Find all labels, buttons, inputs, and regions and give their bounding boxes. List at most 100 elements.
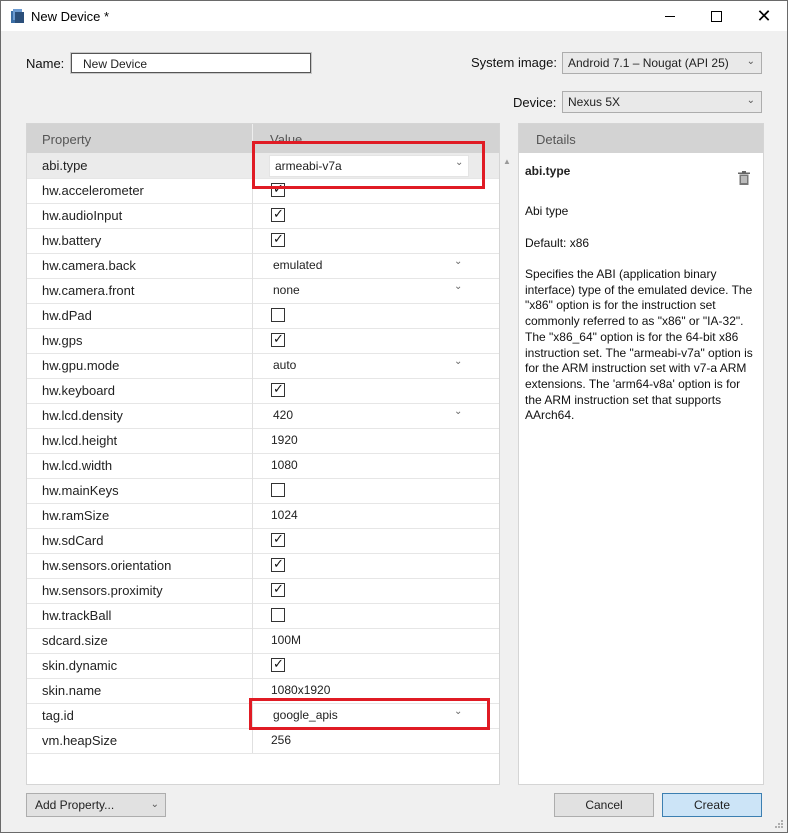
name-input-value: New Device [83,57,148,71]
highlight-box-abi-type [252,141,485,189]
property-row[interactable]: hw.dPad [27,303,499,329]
column-divider [252,453,253,478]
description-line: extensions. The 'arm64-v8a' option is fo… [525,376,741,391]
property-checkbox[interactable] [271,308,285,322]
property-key: hw.accelerometer [42,183,144,198]
column-divider [252,428,253,453]
property-value-dropdown[interactable]: emulated ⌄ [27,253,499,278]
property-value-dropdown[interactable]: auto ⌄ [27,353,499,378]
property-key: hw.mainKeys [42,483,119,498]
property-key: hw.gps [42,333,83,348]
property-value-dropdown[interactable]: 420 ⌄ [27,403,499,428]
name-label: Name: [26,56,65,71]
property-checkbox[interactable] [271,206,285,222]
property-key: skin.name [42,683,102,698]
property-value-input[interactable]: 1080 [271,458,298,472]
property-row[interactable]: hw.lcd.height 1920 [27,428,499,454]
property-grid: Property Value abi.type armeabi-v7a ⌄ hw.ac… [26,123,500,785]
property-checkbox[interactable] [271,556,285,572]
column-divider [252,328,253,353]
property-row[interactable]: hw.gps [27,328,499,354]
property-key: vm.heapSize [42,733,118,748]
property-row[interactable]: hw.camera.front none ⌄ [27,278,499,304]
details-description: Specifies the ABI (application binary int… [525,267,757,424]
column-header-property[interactable]: Property [42,132,91,147]
column-divider [252,578,253,603]
property-row[interactable]: hw.sensors.orientation [27,553,499,579]
minimize-button[interactable] [647,1,693,31]
property-row[interactable]: hw.battery [27,228,499,254]
property-row[interactable]: vm.heapSize 256 [27,728,499,754]
maximize-button[interactable] [693,1,739,31]
property-checkbox[interactable] [271,381,285,397]
property-row[interactable]: hw.lcd.width 1080 [27,453,499,479]
property-key: skin.dynamic [42,658,118,673]
description-line: AArch64. [525,408,575,423]
property-checkbox[interactable] [271,656,285,672]
property-value-input[interactable]: 256 [271,733,291,747]
description-line: the ARM instruction set that supports [525,392,722,407]
property-row[interactable]: hw.gpu.mode auto ⌄ [27,353,499,379]
property-checkbox[interactable] [271,608,285,622]
scroll-up-icon[interactable]: ▲ [503,157,511,166]
column-divider [252,303,253,328]
property-checkbox[interactable] [271,531,285,547]
property-row[interactable]: hw.keyboard [27,378,499,404]
add-property-button[interactable]: Add Property... ⌄ [26,793,166,817]
property-row[interactable]: hw.ramSize 1024 [27,503,499,529]
description-line: The "x86_64" option is for the 64-bit x8… [525,329,739,344]
name-input[interactable]: New Device [70,52,312,74]
property-row[interactable]: hw.sensors.proximity [27,578,499,604]
property-checkbox[interactable] [271,581,285,597]
chevron-down-icon: ⌄ [454,281,463,292]
property-value: 420 [273,408,294,422]
property-key: abi.type [42,158,88,173]
cancel-button[interactable]: Cancel [554,793,654,817]
property-row[interactable]: hw.audioInput [27,203,499,229]
create-button[interactable]: Create [662,793,762,817]
resize-grip-icon[interactable] [774,819,784,829]
details-header: Details [519,124,763,153]
description-line: "x86" option is for the instruction set [525,298,716,313]
column-divider [252,603,253,628]
property-value-input[interactable]: 1920 [271,433,298,447]
column-divider [252,228,253,253]
property-value-input[interactable]: 100M [271,633,301,647]
device-dropdown[interactable]: Nexus 5X ⌄ [562,91,762,113]
description-line: for the ARM instruction set with v7-a AR… [525,361,747,376]
chevron-down-icon: ⌄ [150,799,159,810]
system-image-dropdown[interactable]: Android 7.1 – Nougat (API 25) ⌄ [562,52,762,74]
device-value: Nexus 5X [568,95,621,109]
property-row[interactable]: hw.sdCard [27,528,499,554]
column-divider [252,628,253,653]
property-value-input[interactable]: 1080x1920 [271,683,330,697]
property-row[interactable]: sdcard.size 100M [27,628,499,654]
chevron-down-icon: ⌄ [746,95,755,106]
property-checkbox[interactable] [271,483,285,497]
maximize-icon [710,10,722,22]
details-title: abi.type [525,164,571,178]
property-row[interactable]: hw.camera.back emulated ⌄ [27,253,499,279]
property-row[interactable]: skin.dynamic [27,653,499,679]
title-bar: New Device * ✕ [1,1,787,31]
property-key: hw.lcd.height [42,433,118,448]
property-value: none [273,283,300,297]
property-value-input[interactable]: 1024 [271,508,298,522]
window-title: New Device * [31,9,110,24]
property-key: hw.keyboard [42,383,115,398]
property-row[interactable]: hw.trackBall [27,603,499,629]
property-row[interactable]: hw.lcd.density 420 ⌄ [27,403,499,429]
close-button[interactable]: ✕ [741,1,787,31]
property-value: auto [273,358,297,372]
property-checkbox[interactable] [271,331,285,347]
create-label: Create [693,798,731,812]
details-default: Default: x86 [525,236,590,250]
property-key: hw.sdCard [42,533,104,548]
property-row[interactable]: hw.mainKeys [27,478,499,504]
property-value-dropdown[interactable]: none ⌄ [27,278,499,303]
details-subtitle: Abi type [525,204,569,218]
column-divider [252,478,253,503]
column-divider [252,653,253,678]
trash-icon[interactable] [738,171,750,185]
property-checkbox[interactable] [271,231,285,247]
